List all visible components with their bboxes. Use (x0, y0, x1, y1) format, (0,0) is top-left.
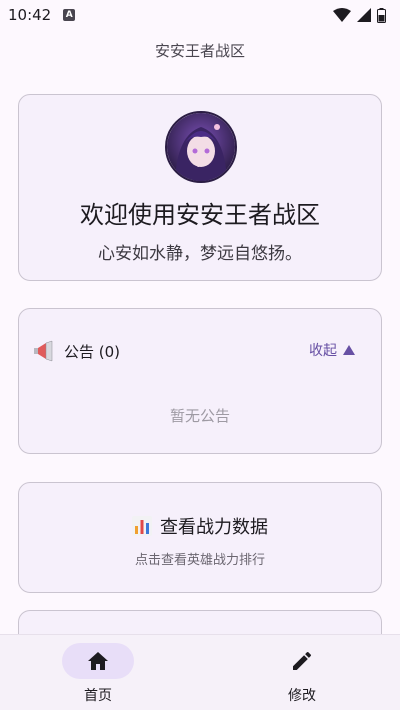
app-title: 安安王者战区 (154, 42, 245, 60)
wifi-icon (333, 8, 351, 22)
nav-edit-label: 修改 (288, 688, 316, 704)
notification-a-icon: A (63, 9, 76, 21)
notice-title: 公告 (0) (64, 343, 121, 361)
stats-title-row: 查看战力数据 (19, 513, 381, 539)
nav-edit[interactable]: 修改 (200, 643, 400, 705)
collapse-label: 收起 (309, 343, 337, 359)
welcome-card: 欢迎使用安安王者战区 心安如水静，梦远自悠扬。 (18, 94, 382, 281)
signal-icon (357, 8, 371, 22)
bottom-nav: 首页 修改 (0, 634, 400, 710)
stats-subtitle: 点击查看英雄战力排行 (134, 553, 265, 568)
status-bar: 10:42 A (0, 0, 400, 30)
collapse-button[interactable]: 收起 (309, 340, 355, 360)
triangle-up-icon (343, 345, 355, 355)
nav-home[interactable]: 首页 (0, 643, 200, 705)
stats-card[interactable]: 查看战力数据 点击查看英雄战力排行 (18, 482, 382, 593)
bar-chart-icon (132, 516, 152, 536)
welcome-subtitle: 心安如水静，梦远自悠扬。 (98, 244, 302, 264)
status-time: 10:42 (8, 6, 52, 24)
edit-icon (293, 651, 312, 670)
megaphone-icon (34, 340, 53, 362)
home-icon (88, 652, 108, 670)
stats-title: 查看战力数据 (160, 517, 268, 538)
nav-home-label: 首页 (84, 688, 112, 704)
battery-icon (377, 7, 386, 23)
notice-empty-text: 暂无公告 (169, 407, 230, 425)
avatar (165, 111, 237, 183)
notice-card: 公告 (0) 收起 暂无公告 (18, 308, 382, 454)
welcome-title: 欢迎使用安安王者战区 (80, 201, 320, 229)
status-icons (333, 7, 386, 23)
